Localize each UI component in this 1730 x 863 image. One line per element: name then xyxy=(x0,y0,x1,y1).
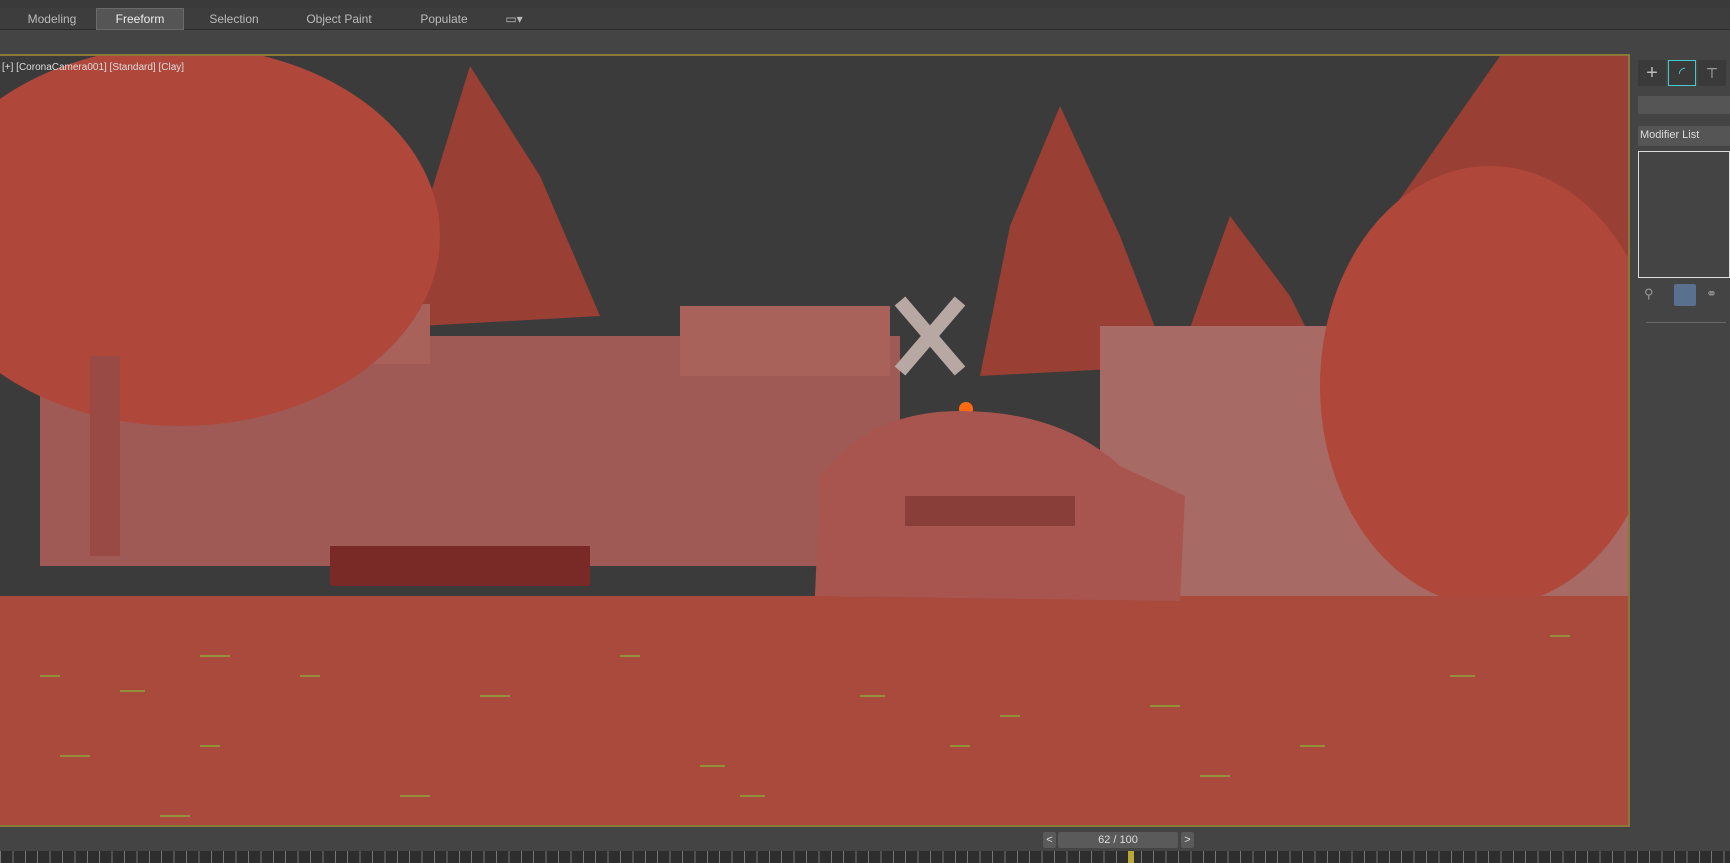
current-frame-marker[interactable] xyxy=(1128,851,1134,863)
make-unique-icon[interactable]: ⚭ xyxy=(1706,286,1717,302)
pin-stack-icon[interactable]: ⚲ xyxy=(1644,286,1654,302)
camera-viewport[interactable]: [+] [CoronaCamera001] [Standard] [Clay] xyxy=(0,54,1630,827)
object-name-field[interactable] xyxy=(1638,96,1730,114)
time-slider[interactable]: 62 / 100 xyxy=(1058,832,1178,848)
divider xyxy=(1646,322,1726,323)
ribbon-panel xyxy=(0,30,1730,54)
hierarchy-icon: ⊤ xyxy=(1705,65,1719,81)
ribbon-tabs: Modeling Freeform Selection Object Paint… xyxy=(0,7,1730,30)
dropdown-icon: ▭▾ xyxy=(505,11,523,26)
ribbon-options-dropdown[interactable]: ▭▾ xyxy=(494,9,534,29)
tab-object-paint[interactable]: Object Paint xyxy=(284,9,394,29)
timeline-track[interactable] xyxy=(0,851,1730,863)
plus-icon: + xyxy=(1646,62,1658,84)
modifier-stack[interactable] xyxy=(1638,151,1730,278)
title-strip xyxy=(0,0,1730,8)
ground xyxy=(0,596,1628,825)
modify-icon: ◜ xyxy=(1678,65,1686,82)
tab-selection[interactable]: Selection xyxy=(184,9,284,29)
command-panel: + ◜ ⊤ Modifier List ⚲ ⚭ xyxy=(1636,54,1730,844)
modifier-list-dropdown[interactable]: Modifier List xyxy=(1638,126,1730,146)
modify-tab[interactable]: ◜ xyxy=(1668,60,1696,86)
tab-freeform[interactable]: Freeform xyxy=(96,7,184,30)
tab-populate[interactable]: Populate xyxy=(394,9,494,29)
prev-frame-button[interactable]: < xyxy=(1043,832,1056,848)
show-end-result-button[interactable] xyxy=(1674,284,1696,306)
time-slider-bar xyxy=(0,827,1730,849)
next-frame-button[interactable]: > xyxy=(1181,832,1194,848)
create-tab[interactable]: + xyxy=(1638,60,1666,86)
tab-modeling[interactable]: Modeling xyxy=(8,9,96,29)
viewport-label[interactable]: [+] [CoronaCamera001] [Standard] [Clay] xyxy=(2,62,184,73)
hierarchy-tab[interactable]: ⊤ xyxy=(1698,60,1726,86)
scene-render xyxy=(0,56,1628,825)
